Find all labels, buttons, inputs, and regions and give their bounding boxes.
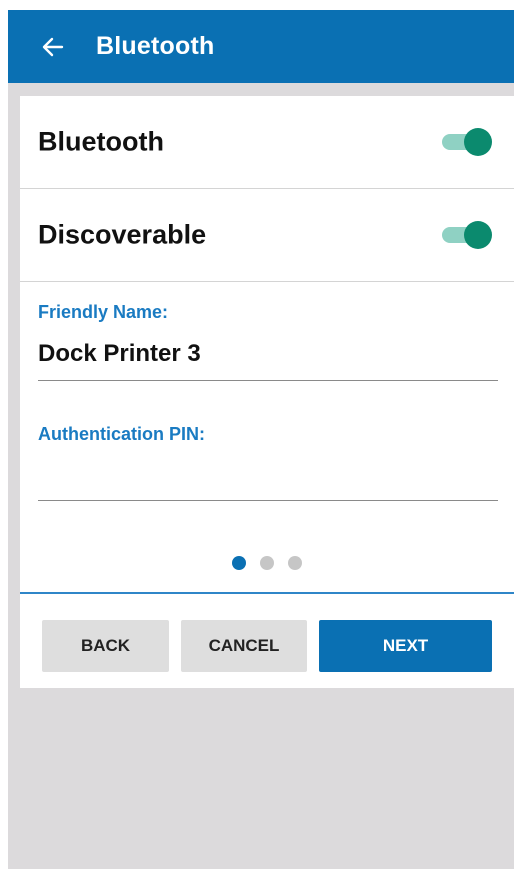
page-dot-1 [232, 556, 246, 570]
bluetooth-toggle[interactable] [442, 127, 492, 157]
page-title: Bluetooth [96, 32, 215, 60]
discoverable-label: Discoverable [38, 219, 207, 250]
app-bar: Bluetooth [8, 10, 514, 83]
divider [20, 592, 514, 594]
page-dot-3 [288, 556, 302, 570]
screen: Bluetooth Bluetooth Discoverable Friendl… [8, 10, 514, 869]
auth-pin-input[interactable] [38, 462, 498, 498]
auth-pin-label: Authentication PIN: [38, 424, 205, 444]
page-indicator [20, 556, 514, 570]
next-button[interactable]: NEXT [319, 620, 492, 672]
discoverable-toggle[interactable] [442, 220, 492, 250]
toggle-thumb [464, 221, 492, 249]
back-button[interactable]: BACK [42, 620, 169, 672]
auth-pin-underline [38, 500, 498, 501]
discoverable-row[interactable]: Discoverable [20, 189, 514, 282]
settings-card: Bluetooth Discoverable Friendly Name: Do… [20, 96, 514, 688]
friendly-name-underline [38, 380, 498, 381]
bluetooth-label: Bluetooth [38, 126, 164, 157]
friendly-name-label: Friendly Name: [38, 302, 169, 322]
toggle-thumb [464, 128, 492, 156]
friendly-name-input[interactable]: Dock Printer 3 [38, 340, 201, 368]
arrow-left-icon[interactable] [38, 32, 68, 62]
page-dot-2 [260, 556, 274, 570]
bluetooth-row[interactable]: Bluetooth [20, 96, 514, 189]
cancel-button[interactable]: CANCEL [181, 620, 307, 672]
